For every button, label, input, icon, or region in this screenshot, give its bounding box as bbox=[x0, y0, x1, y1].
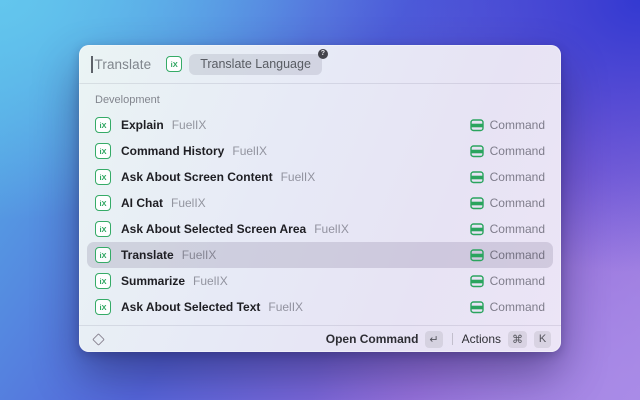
open-command-button[interactable]: Open Command bbox=[326, 332, 419, 346]
command-subtitle: FuelIX bbox=[171, 196, 206, 210]
raycast-logo-icon bbox=[92, 333, 105, 346]
actions-button[interactable]: Actions bbox=[462, 332, 501, 346]
command-type-icon bbox=[470, 170, 484, 184]
fuelix-app-icon: iX bbox=[95, 221, 111, 237]
command-type-icon bbox=[470, 300, 484, 314]
fuelix-app-icon: iX bbox=[95, 299, 111, 315]
list-item[interactable]: iX AI Chat FuelIX Command bbox=[87, 190, 553, 216]
command-type-label: Command bbox=[490, 222, 545, 236]
fuelix-app-icon: iX bbox=[95, 117, 111, 133]
list-item[interactable]: iX Command History FuelIX Command bbox=[87, 138, 553, 164]
command-title: AI Chat bbox=[121, 196, 163, 210]
tag-label: Translate Language bbox=[200, 57, 311, 71]
search-bar[interactable]: Translate iX Translate Language ? bbox=[79, 45, 561, 84]
command-type-icon bbox=[470, 196, 484, 210]
list-item[interactable]: iX Summarize FuelIX Command bbox=[87, 268, 553, 294]
list-item[interactable]: iX Translate FuelIX Command bbox=[87, 242, 553, 268]
return-key-icon: ↵ bbox=[425, 331, 442, 348]
command-title: Summarize bbox=[121, 274, 185, 288]
cmd-key-icon: ⌘ bbox=[508, 331, 527, 348]
k-key-icon: K bbox=[534, 331, 551, 348]
command-type-label: Command bbox=[490, 170, 545, 184]
translate-language-tag[interactable]: Translate Language ? bbox=[189, 54, 322, 75]
command-type-icon bbox=[470, 144, 484, 158]
command-palette-window: Translate iX Translate Language ? Develo… bbox=[79, 45, 561, 352]
command-title: Explain bbox=[121, 118, 164, 132]
command-type-icon bbox=[470, 222, 484, 236]
fuelix-app-icon: iX bbox=[95, 195, 111, 211]
command-type-label: Command bbox=[490, 300, 545, 314]
command-subtitle: FuelIX bbox=[268, 300, 303, 314]
command-subtitle: FuelIX bbox=[232, 144, 267, 158]
command-title: Ask About Screen Content bbox=[121, 170, 273, 184]
command-type-label: Command bbox=[490, 144, 545, 158]
fuelix-app-icon: iX bbox=[95, 247, 111, 263]
command-type-label: Command bbox=[490, 248, 545, 262]
footer-divider bbox=[452, 333, 453, 345]
command-title: Ask About Selected Text bbox=[121, 300, 260, 314]
fuelix-app-icon: iX bbox=[95, 169, 111, 185]
list-item[interactable]: iX Ask About Selected Text FuelIX Comman… bbox=[87, 294, 553, 320]
help-badge-icon[interactable]: ? bbox=[318, 49, 328, 59]
command-subtitle: FuelIX bbox=[281, 170, 316, 184]
command-subtitle: FuelIX bbox=[193, 274, 228, 288]
command-subtitle: FuelIX bbox=[182, 248, 217, 262]
command-type-icon bbox=[470, 274, 484, 288]
command-type-label: Command bbox=[490, 196, 545, 210]
command-type-label: Command bbox=[490, 274, 545, 288]
list-item[interactable]: iX Ask About Screen Content FuelIX Comma… bbox=[87, 164, 553, 190]
command-type-label: Command bbox=[490, 118, 545, 132]
command-subtitle: FuelIX bbox=[172, 118, 207, 132]
command-subtitle: FuelIX bbox=[314, 222, 349, 236]
fuelix-app-icon: iX bbox=[95, 143, 111, 159]
fuelix-app-icon: iX bbox=[95, 273, 111, 289]
footer-bar: Open Command ↵ Actions ⌘ K bbox=[79, 325, 561, 352]
desktop-background: Translate iX Translate Language ? Develo… bbox=[0, 0, 640, 400]
fuelix-app-icon: iX bbox=[166, 56, 182, 72]
command-type-icon bbox=[470, 248, 484, 262]
command-title: Ask About Selected Screen Area bbox=[121, 222, 306, 236]
search-input[interactable]: Translate bbox=[95, 57, 152, 72]
list-item[interactable]: iX Explain FuelIX Command bbox=[87, 112, 553, 138]
command-title: Command History bbox=[121, 144, 224, 158]
section-header: Development bbox=[87, 92, 553, 112]
list-item[interactable]: iX Ask About Selected Screen Area FuelIX… bbox=[87, 216, 553, 242]
command-list: Development iX Explain FuelIX Command iX… bbox=[79, 84, 561, 320]
command-type-icon bbox=[470, 118, 484, 132]
text-cursor bbox=[91, 56, 93, 73]
command-title: Translate bbox=[121, 248, 174, 262]
